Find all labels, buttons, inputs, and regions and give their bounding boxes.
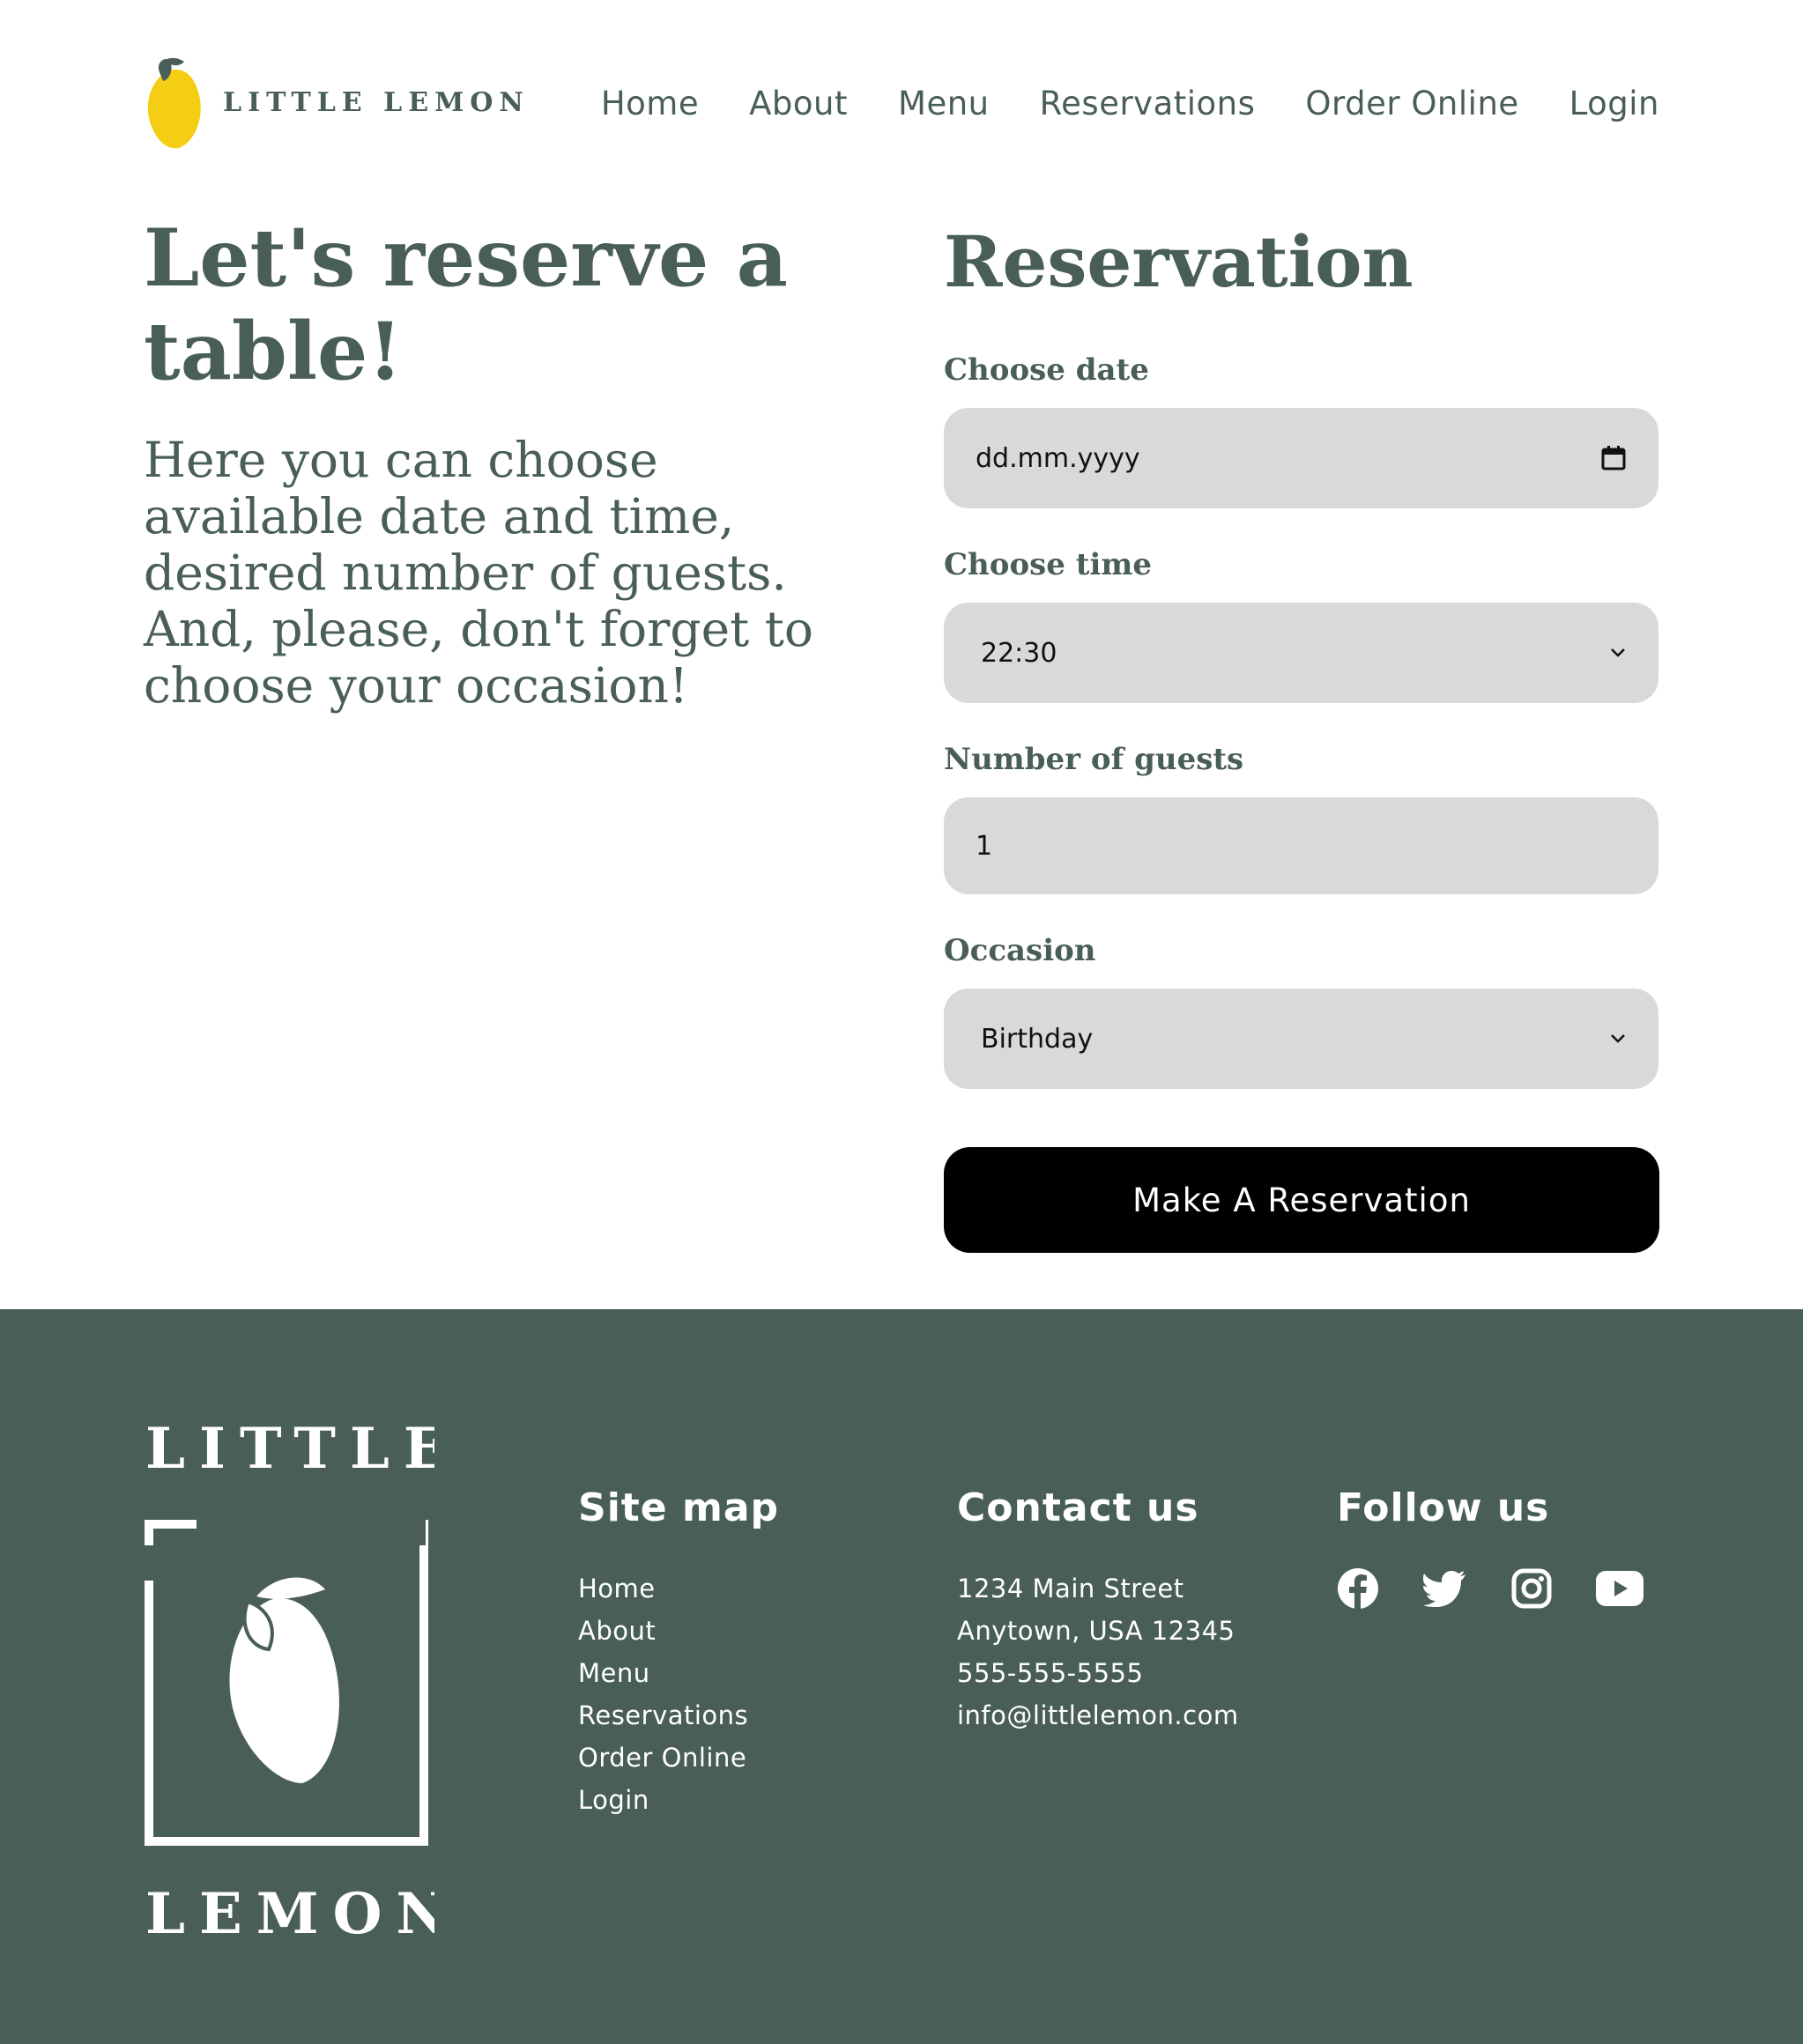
brand-name: LITTLE LEMON [223,86,530,118]
sitemap-title: Site map [578,1485,779,1530]
guests-input[interactable]: 1 [944,797,1658,894]
lemon-logo-icon [147,57,201,149]
chevron-down-icon [1611,1034,1625,1043]
footer-logo: LITTLE LEMON [144,1416,434,1942]
make-reservation-button[interactable]: Make A Reservation [944,1147,1659,1253]
footer-link-reservations[interactable]: Reservations [578,1694,779,1737]
time-value: 22:30 [981,637,1057,669]
footer-link-home[interactable]: Home [578,1567,779,1610]
nav-reservations[interactable]: Reservations [1040,85,1256,122]
intro-text: Here you can choose available date and t… [144,432,813,714]
time-label: Choose time [944,547,1152,582]
site-footer: LITTLE LEMON Site map Home About Menu Re… [0,1309,1803,2044]
footer-logo-top: LITTLE [145,1416,434,1482]
footer-link-about[interactable]: About [578,1610,779,1652]
date-input[interactable]: dd.mm.yyyy [944,408,1658,508]
contact-city: Anytown, USA 12345 [957,1616,1235,1646]
site-header: LITTLE LEMON Home About Menu Reservation… [0,0,1803,194]
contact-column: Contact us 1234 Main Street Anytown, USA… [957,1485,1239,1737]
contact-title: Contact us [957,1485,1199,1530]
guests-value: 1 [976,830,993,862]
time-select[interactable]: 22:30 [944,603,1658,703]
contact-email[interactable]: info@littlelemon.com [957,1694,1239,1737]
youtube-icon[interactable] [1596,1571,1643,1606]
guests-label: Number of guests [944,742,1244,777]
instagram-icon[interactable] [1511,1568,1552,1609]
footer-link-login[interactable]: Login [578,1779,779,1821]
footer-logo-bottom: LEMON [145,1881,434,1942]
nav-about[interactable]: About [749,85,848,122]
page-title: Let's reserve a table! [144,211,788,398]
footer-link-order-online[interactable]: Order Online [578,1737,779,1779]
occasion-value: Birthday [981,1023,1094,1055]
follow-title: Follow us [1337,1485,1550,1530]
date-value: dd.mm.yyyy [976,442,1140,474]
footer-link-menu[interactable]: Menu [578,1652,779,1694]
chevron-down-icon [1611,648,1625,657]
occasion-label: Occasion [944,933,1096,968]
twitter-icon[interactable] [1423,1570,1467,1607]
follow-column: Follow us [1337,1485,1643,1610]
contact-address: 1234 Main Street [957,1574,1184,1603]
sitemap-column: Site map Home About Menu Reservations Or… [578,1485,779,1821]
nav-login[interactable]: Login [1569,85,1659,122]
nav-home[interactable]: Home [601,85,699,122]
main-nav: Home About Menu Reservations Order Onlin… [601,85,1659,122]
date-label: Choose date [944,352,1149,388]
brand-logo[interactable]: LITTLE LEMON [144,53,530,152]
facebook-icon[interactable] [1337,1567,1379,1610]
form-title: Reservation [944,220,1413,303]
nav-order-online[interactable]: Order Online [1305,85,1518,122]
occasion-select[interactable]: Birthday [944,989,1658,1089]
calendar-icon[interactable] [1600,445,1627,471]
social-links [1337,1567,1643,1610]
nav-menu[interactable]: Menu [898,85,990,122]
contact-phone[interactable]: 555-555-5555 [957,1652,1239,1694]
